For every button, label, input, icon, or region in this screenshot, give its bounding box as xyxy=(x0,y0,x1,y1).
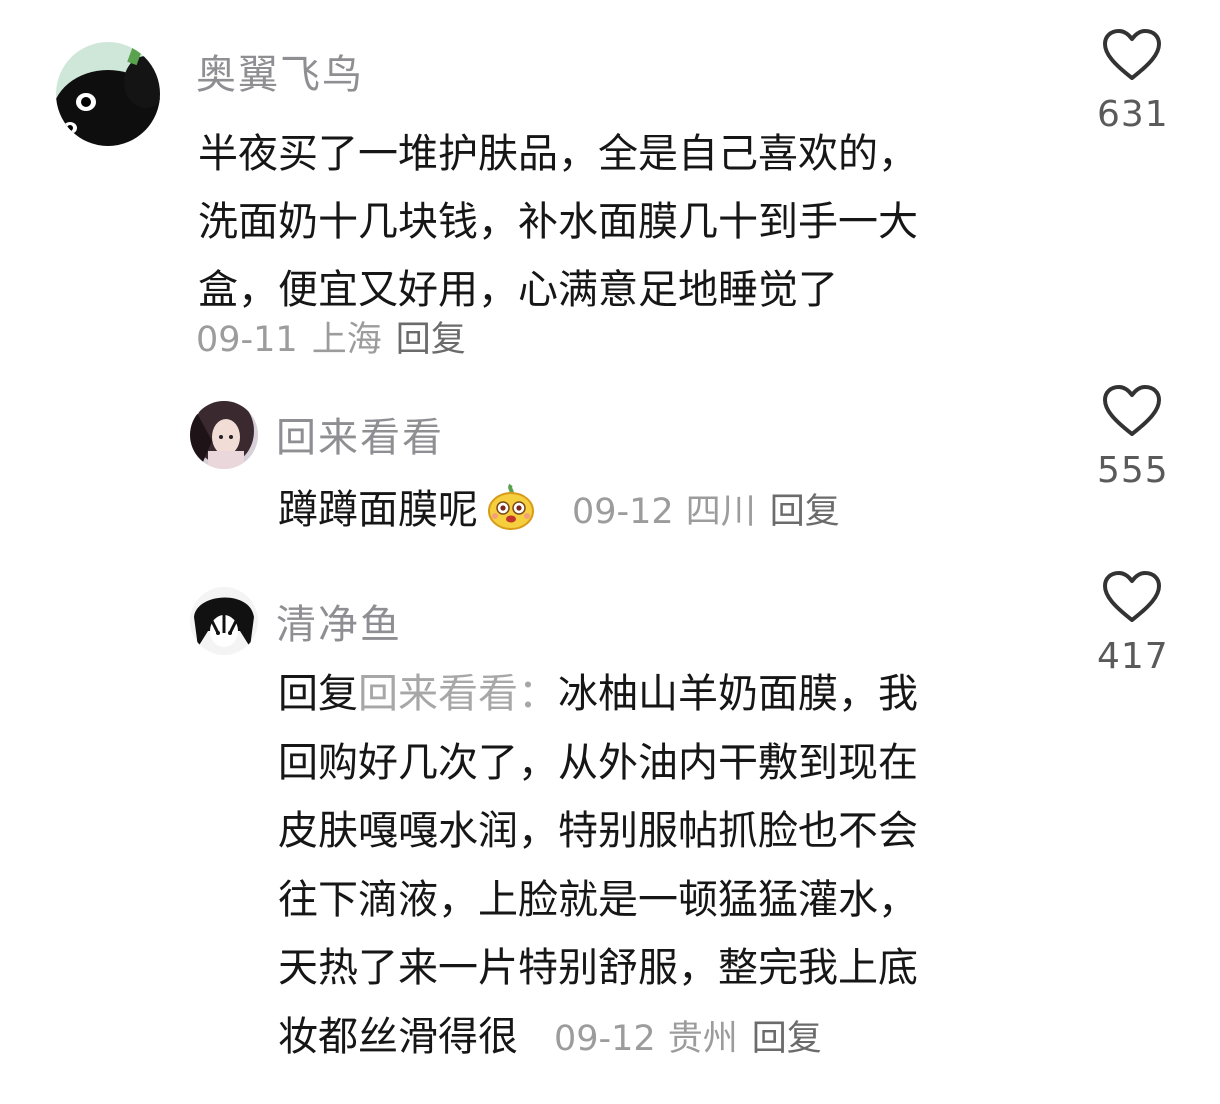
heart-icon[interactable] xyxy=(1102,570,1162,624)
comment-text-segment: 妆都丝滑得很 xyxy=(278,1013,518,1060)
comment-date: 09-12 xyxy=(554,1018,656,1059)
like-count: 417 xyxy=(1097,636,1169,677)
comment-text-line: 盒，便宜又好用，心满意足地睡觉了 xyxy=(198,267,838,313)
reply-prefix: 回复 xyxy=(278,671,358,717)
comment-location: 贵州 xyxy=(667,1018,738,1059)
comment-text-line: 回购好几次了，从外油内干敷到现在 xyxy=(278,739,918,786)
comment-text-line: 半夜买了一堆护肤品，全是自己喜欢的， xyxy=(198,131,918,177)
comment-date: 09-12 xyxy=(572,492,674,532)
comment-text-line: 蹲蹲面膜呢 xyxy=(278,487,478,533)
comment-text: 蹲蹲面膜呢 09-12 四川 回复 xyxy=(278,480,840,542)
yellow-face-emoji-icon xyxy=(488,483,534,530)
comment-username[interactable]: 奥翼飞鸟 xyxy=(196,42,364,100)
comment-text: 半夜买了一堆护肤品，全是自己喜欢的， 洗面奶十几块钱，补水面膜几十到手一大 盒，… xyxy=(198,120,918,324)
comment-meta: 09-11 上海 回复 xyxy=(196,318,466,362)
comment-text-line: 皮肤嘎嘎水润，特别服帖抓脸也不会 xyxy=(278,808,918,854)
like-count: 631 xyxy=(1097,94,1169,135)
comment-text-line: 洗面奶十几块钱，补水面膜几十到手一大 xyxy=(198,199,918,245)
like-control: 631 xyxy=(1097,28,1169,135)
comment-text: 回复回来看看：冰柚山羊奶面膜，我 回购好几次了，从外油内干敷到现在 皮肤嘎嘎水润… xyxy=(278,660,918,1073)
reply-button[interactable]: 回复 xyxy=(396,320,466,360)
comment-location: 四川 xyxy=(685,492,756,532)
comment-location: 上海 xyxy=(311,320,382,360)
reply-button[interactable]: 回复 xyxy=(752,1019,822,1059)
avatar[interactable] xyxy=(56,42,160,146)
heart-icon[interactable] xyxy=(1102,384,1162,438)
reply-target-username[interactable]: 回来看看： xyxy=(358,671,558,717)
comment-username[interactable]: 回来看看 xyxy=(276,405,444,463)
like-control: 417 xyxy=(1097,570,1169,677)
heart-icon[interactable] xyxy=(1102,28,1162,82)
reply-button[interactable]: 回复 xyxy=(770,492,840,532)
avatar[interactable] xyxy=(190,587,258,655)
avatar[interactable] xyxy=(190,401,258,469)
comment-text-line: 妆都丝滑得很 09-12 贵州 回复 xyxy=(278,1003,918,1074)
comment-text-line: 天热了来一片特别舒服，整完我上底 xyxy=(278,945,918,991)
like-control: 555 xyxy=(1097,384,1169,491)
comment-meta: 09-12 贵州 回复 xyxy=(554,1019,822,1059)
comment-username[interactable]: 清净鱼 xyxy=(276,592,402,650)
comment-meta: 09-12 四川 回复 xyxy=(572,492,840,532)
comment-text-line: 往下滴液，上脸就是一顿猛猛灌水， xyxy=(278,876,918,923)
comment-text-line: 回复回来看看：冰柚山羊奶面膜，我 xyxy=(278,660,918,729)
comment-date: 09-11 xyxy=(196,320,298,360)
comment-text-segment: 冰柚山羊奶面膜，我 xyxy=(558,671,918,717)
like-count: 555 xyxy=(1097,450,1169,491)
